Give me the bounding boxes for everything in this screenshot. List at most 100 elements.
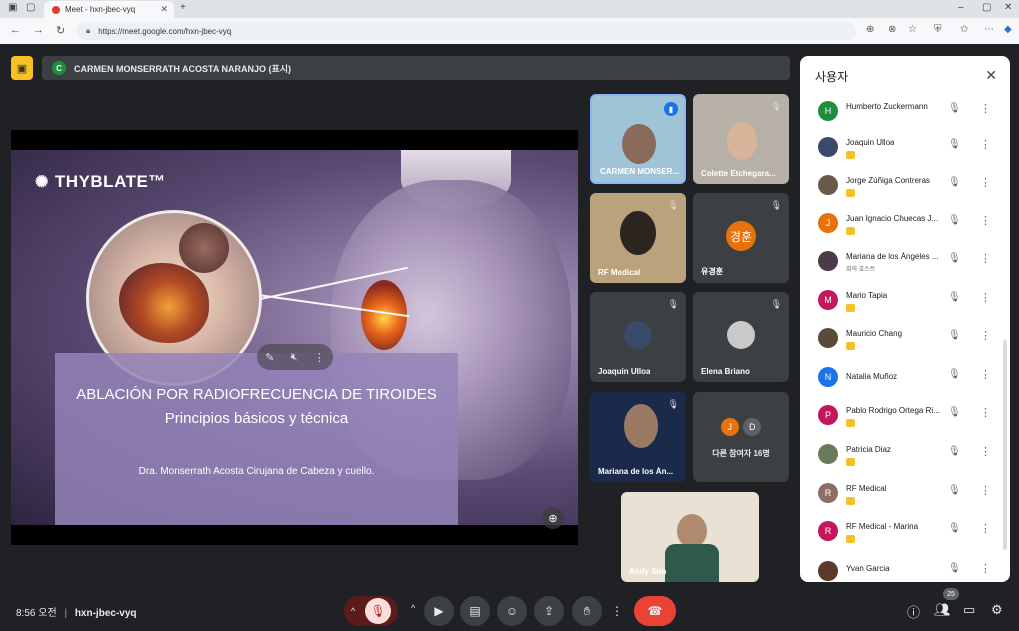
mic-options-caret-icon[interactable]: ^ [351, 606, 355, 616]
presentation-icon[interactable]: ▣ [11, 56, 33, 80]
forward-icon[interactable]: → [33, 24, 44, 36]
maximize-icon[interactable]: ▢ [982, 2, 991, 13]
more-vert-icon[interactable]: ⋮ [980, 522, 991, 535]
browser-tab[interactable]: Meet - hxn-jbec-vyq ✕ [44, 1, 174, 18]
speaking-icon: ▮ [664, 102, 678, 116]
captions-icon: ▤ [469, 604, 481, 618]
activities-icon[interactable]: ⚙︎ [991, 602, 1003, 618]
tab-actions-icon[interactable]: ▢ [26, 2, 35, 13]
person-row[interactable]: Yvan Garcia 🎙︎ ⋮ [800, 558, 1000, 582]
person-row[interactable]: M Mario Tapia 🎙︎ ⋮ [800, 287, 1000, 321]
person-row[interactable]: Jorge Zúñiga Contreras 🎙︎ ⋮ [800, 172, 1000, 206]
more-vert-icon[interactable]: ⋮ [980, 368, 991, 381]
copilot-icon[interactable]: ◆ [1004, 24, 1012, 35]
slide-title: ABLACIÓN POR RADIOFRECUENCIA DE TIROIDES [76, 386, 437, 403]
more-vert-icon[interactable]: ⋮ [980, 138, 991, 151]
zoom-icon[interactable]: ⊕ [866, 24, 874, 35]
more-vert-icon[interactable]: ⋮ [980, 484, 991, 497]
chat-icon[interactable]: ▭ [963, 602, 975, 618]
person-name: Yvan Garcia [846, 564, 890, 573]
minimize-icon[interactable]: – [958, 2, 964, 13]
participant-tile[interactable]: 🎙︎ Joaquin Ulloa [590, 292, 686, 382]
more-vert-icon[interactable]: ⋮ [980, 291, 991, 304]
participant-tile[interactable]: 경훈 🎙︎ 유경훈 [693, 193, 789, 283]
mic-off-icon: 🎙︎ [770, 101, 782, 111]
leave-call-button[interactable]: ☎︎ [634, 596, 676, 626]
reactions-button[interactable]: ☺ [497, 596, 527, 626]
participant-tile[interactable]: 🎙︎ Elena Briano [693, 292, 789, 382]
reload-icon[interactable]: ↻ [56, 24, 65, 37]
more-vert-icon[interactable]: ⋮ [980, 562, 991, 575]
zoom-in-icon[interactable]: ⊕ [542, 507, 564, 529]
mic-off-icon: 🎙︎ [948, 485, 961, 496]
person-avatar: R [818, 521, 838, 541]
raise-hand-button[interactable]: ✋︎ [572, 596, 602, 626]
presenting-badge-icon [846, 151, 855, 159]
more-vert-icon[interactable]: ⋮ [980, 252, 991, 265]
profile-icon[interactable]: ▣ [8, 2, 17, 13]
favorite-star-icon[interactable]: ☆ [908, 24, 917, 35]
more-vert-icon[interactable]: ⋮ [980, 445, 991, 458]
person-name: RF Medical - Marina [846, 522, 919, 531]
close-icon[interactable]: ✕ [985, 67, 997, 84]
presenting-badge-icon [846, 497, 855, 505]
person-row[interactable]: Patricia Diaz 🎙︎ ⋮ [800, 441, 1000, 475]
mic-off-icon: 🎙︎ [740, 499, 752, 509]
participant-tile[interactable]: ▮ CARMEN MONSER... [590, 94, 686, 184]
back-icon[interactable]: ← [10, 24, 21, 36]
participant-tile[interactable]: 🎙︎ RF Medical [590, 193, 686, 283]
mic-off-icon: 🎙︎ [948, 446, 961, 457]
camera-options-caret-icon[interactable]: ^ [411, 603, 415, 613]
present-button[interactable]: ⇪ [534, 596, 564, 626]
divider: | [64, 608, 68, 619]
cell-graphic-small [179, 223, 229, 273]
new-tab-icon[interactable]: + [180, 2, 186, 13]
others-tile[interactable]: J D 다른 참여자 16명 [693, 392, 789, 482]
presenting-badge-icon [846, 419, 855, 427]
hand-icon: ✋︎ [583, 603, 591, 618]
captions-button[interactable]: ▤ [460, 596, 490, 626]
window-close-icon[interactable]: ✕ [1004, 2, 1012, 13]
participant-tile[interactable]: 🎙︎ Andy Son [621, 492, 759, 582]
shield-icon[interactable]: ⛨ [934, 24, 942, 35]
more-vert-icon[interactable]: ⋮ [980, 406, 991, 419]
more-vert-icon[interactable]: ⋮ [980, 329, 991, 342]
person-row[interactable]: J Juan Ignacio Chuecas J... 🎙︎ ⋮ [800, 210, 1000, 244]
more-vert-icon[interactable]: ⋮ [980, 214, 991, 227]
participant-tile[interactable]: 🎙︎ Colette Etchegara... [693, 94, 789, 184]
people-icon[interactable]: 👥︎ [934, 602, 951, 618]
tab-close-icon[interactable]: ✕ [160, 4, 168, 15]
participant-video [677, 514, 707, 548]
person-row[interactable]: Mariana de los Ángeles ... 회의 호스트 🎙︎ ⋮ [800, 248, 1000, 282]
mic-off-icon: 🎙︎ [948, 139, 961, 150]
mic-off-icon: 🎙︎ [667, 299, 679, 309]
mic-off-icon: 🎙︎ [948, 292, 961, 303]
person-row[interactable]: P Pablo Rodrigo Ortega Ri... 🎙︎ ⋮ [800, 402, 1000, 436]
person-row[interactable]: H Humberto Zuckermann 🎙︎ ⋮ [800, 98, 1000, 132]
mute-audio-icon[interactable]: 🔇︎ [291, 351, 298, 364]
more-icon[interactable]: ⋯ [984, 24, 994, 35]
person-row[interactable]: Mauricio Chang 🎙︎ ⋮ [800, 325, 1000, 359]
mic-off-button[interactable]: 🎙︎ [365, 598, 392, 624]
person-row[interactable]: R RF Medical - Marina 🎙︎ ⋮ [800, 518, 1000, 552]
panel-scrollbar[interactable] [1003, 340, 1007, 550]
person-row[interactable]: R RF Medical 🎙︎ ⋮ [800, 480, 1000, 514]
extensions-icon[interactable]: ⊗ [888, 24, 896, 35]
more-options-button[interactable]: ⋮ [606, 596, 628, 626]
meeting-info: 8:56 오전 | hxn-jbec-vyq [16, 604, 137, 619]
slide-text-box: ABLACIÓN POR RADIOFRECUENCIA DE TIROIDES… [55, 353, 458, 525]
presenting-badge-icon [846, 535, 855, 543]
person-row[interactable]: Joaquin Ulloa 🎙︎ ⋮ [800, 134, 1000, 168]
favorites-icon[interactable]: ✩ [960, 24, 968, 35]
pin-icon[interactable]: ✎ [265, 351, 274, 364]
meeting-details-icon[interactable]: ⓘ [907, 602, 920, 621]
person-name: Joaquin Ulloa [846, 138, 895, 147]
more-vert-icon[interactable]: ⋮ [980, 102, 991, 115]
more-options-icon[interactable]: ⋮ [314, 351, 325, 364]
url-field[interactable]: 🔒︎ https://meet.google.com/hxn-jbec-vyq [76, 22, 856, 40]
more-vert-icon[interactable]: ⋮ [980, 176, 991, 189]
camera-button[interactable]: ▶︎ [424, 596, 454, 626]
person-row[interactable]: N Natalia Muñoz 🎙︎ ⋮ [800, 364, 1000, 398]
mic-off-icon: 🎙︎ [948, 369, 961, 380]
participant-tile[interactable]: 🎙︎ Mariana de los Án... [590, 392, 686, 482]
